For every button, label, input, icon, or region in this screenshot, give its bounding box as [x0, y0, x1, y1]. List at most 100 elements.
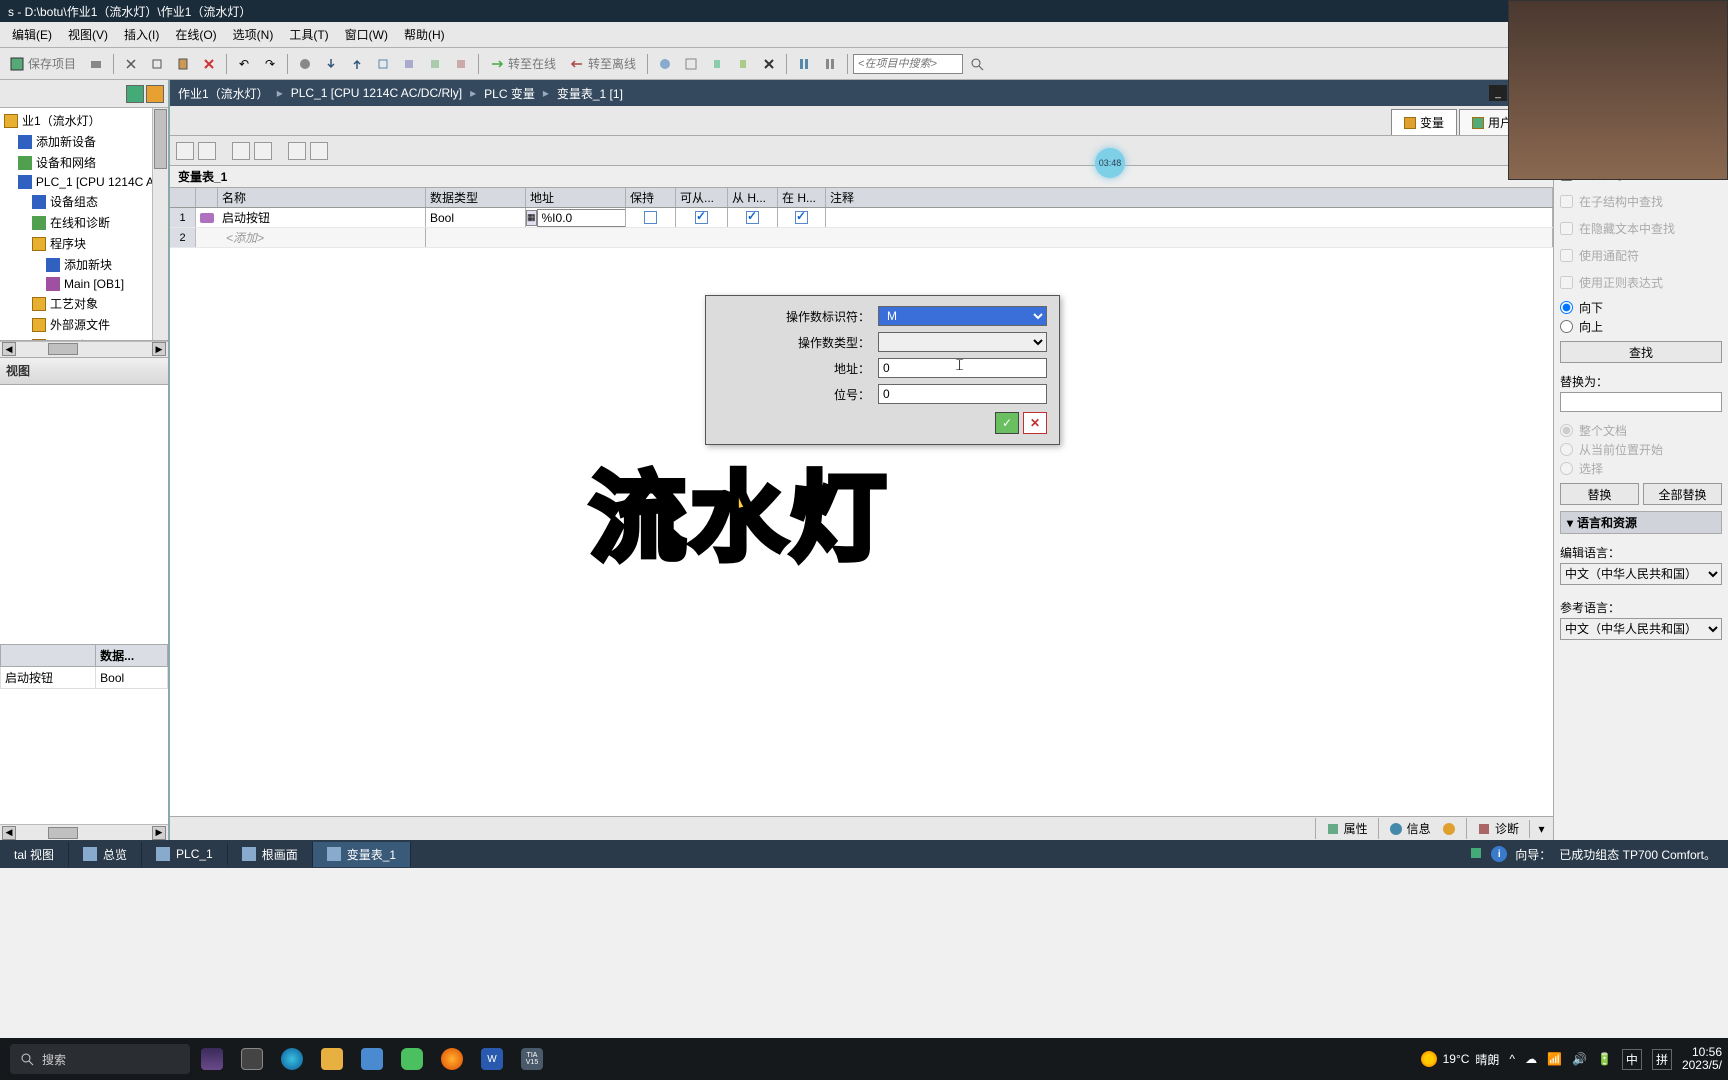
retain-checkbox[interactable] [644, 211, 657, 224]
breadcrumb-seg-1[interactable]: PLC_1 [CPU 1214C AC/DC/Rly] [291, 86, 462, 100]
col-dtype[interactable]: 数据类型 [426, 188, 526, 207]
go-online-button[interactable]: 转至在线 [484, 53, 562, 74]
taskbar-firefox-icon[interactable] [434, 1041, 470, 1077]
tab-tagtable[interactable]: 变量表_1 [313, 842, 411, 867]
dir-down-radio[interactable]: 向下 [1560, 299, 1722, 316]
detail-col-type[interactable]: 数据... [96, 645, 168, 667]
scope-cursor-radio[interactable]: 从当前位置开始 [1560, 441, 1722, 458]
taskbar-clock[interactable]: 10:56 2023/5/ [1682, 1046, 1722, 1072]
cell-dtype[interactable]: Bool [426, 208, 526, 227]
popup-cancel-button[interactable]: ✕ [1023, 412, 1047, 434]
tree-add-device[interactable]: 添加新设备 [0, 131, 168, 152]
tray-wifi-icon[interactable]: 📶 [1547, 1052, 1562, 1066]
detail-hscroll[interactable]: ◀▶ [0, 824, 168, 840]
menu-options[interactable]: 选项(N) [225, 24, 282, 45]
menu-online[interactable]: 在线(O) [167, 24, 224, 45]
tree-plc-tags[interactable]: PLC 变量 [0, 335, 168, 341]
cell-retain[interactable] [626, 208, 676, 227]
taskbar-explorer-icon[interactable] [314, 1041, 350, 1077]
taskbar-wechat-icon[interactable] [394, 1041, 430, 1077]
menu-help[interactable]: 帮助(H) [396, 24, 453, 45]
go-offline-button[interactable]: 转至离线 [564, 53, 642, 74]
addr-input[interactable] [537, 209, 626, 227]
simulate-button[interactable] [371, 52, 395, 76]
table-row-add[interactable]: 2 <添加> [170, 228, 1553, 248]
tree-project[interactable]: 业1（流水灯） [0, 110, 168, 131]
ref-lang-select[interactable]: 中文（中华人民共和国） [1560, 618, 1722, 640]
inspector-expand-button[interactable]: ▾ [1529, 820, 1553, 838]
addr-picker-icon[interactable]: ▦ [526, 210, 537, 226]
undo-button[interactable]: ↶ [232, 52, 256, 76]
opt-wildcard[interactable]: 使用通配符 [1560, 245, 1722, 266]
paste-button[interactable] [171, 52, 195, 76]
redo-button[interactable]: ↷ [258, 52, 282, 76]
copy-button[interactable] [145, 52, 169, 76]
tab-info[interactable]: 信息 [1378, 818, 1466, 839]
taskbar-word-icon[interactable]: W [474, 1041, 510, 1077]
taskbar-castle-icon[interactable] [194, 1041, 230, 1077]
operand-type-select[interactable] [878, 332, 1047, 352]
compile-button[interactable] [293, 52, 317, 76]
tab-variables[interactable]: 变量 [1391, 109, 1457, 135]
et-icon-6[interactable] [310, 142, 328, 160]
detail-cell-type[interactable]: Bool [96, 667, 168, 689]
tree-main-ob1[interactable]: Main [OB1] [0, 275, 168, 293]
ime-mode[interactable]: 拼 [1652, 1049, 1672, 1070]
nav-view2-icon[interactable] [146, 85, 164, 103]
substruct-checkbox[interactable] [1560, 195, 1573, 208]
cut-button[interactable] [119, 52, 143, 76]
breadcrumb-seg-3[interactable]: 变量表_1 [1] [557, 85, 623, 102]
taskbar-store-icon[interactable] [354, 1041, 390, 1077]
tree-external-source[interactable]: 外部源文件 [0, 314, 168, 335]
cell-addr[interactable]: ▦ ▼ [526, 208, 626, 227]
popup-ok-button[interactable]: ✓ [995, 412, 1019, 434]
edit-lang-select[interactable]: 中文（中华人民共和国） [1560, 563, 1722, 585]
t13-button[interactable] [818, 52, 842, 76]
tree-add-block[interactable]: 添加新块 [0, 254, 168, 275]
t12-button[interactable] [792, 52, 816, 76]
t10-button[interactable] [731, 52, 755, 76]
accfrom-checkbox[interactable] [695, 211, 708, 224]
tab-overview[interactable]: 总览 [69, 842, 142, 867]
col-name[interactable]: 名称 [218, 188, 426, 207]
tree-program-blocks[interactable]: 程序块 [0, 233, 168, 254]
detail-col-name[interactable] [1, 645, 96, 667]
replace-input[interactable] [1560, 392, 1722, 412]
cell-comment[interactable] [826, 208, 1553, 227]
opt-hidden[interactable]: 在隐藏文本中查找 [1560, 218, 1722, 239]
cell-fromh[interactable] [728, 208, 778, 227]
col-addr[interactable]: 地址 [526, 188, 626, 207]
replace-button[interactable]: 替换 [1560, 483, 1639, 505]
cell-inh[interactable] [778, 208, 826, 227]
et-icon-2[interactable] [198, 142, 216, 160]
upload-button[interactable] [345, 52, 369, 76]
tree-devices-networks[interactable]: 设备和网络 [0, 152, 168, 173]
tree-plc1[interactable]: PLC_1 [CPU 1214C A... [0, 173, 168, 191]
print-button[interactable] [84, 52, 108, 76]
addr-field[interactable] [878, 358, 1047, 378]
taskbar-tia-icon[interactable]: TIAV15 [514, 1041, 550, 1077]
tray-onedrive-icon[interactable]: ☁ [1525, 1052, 1537, 1066]
cell-accfrom[interactable] [676, 208, 728, 227]
tray-chevron-icon[interactable]: ^ [1509, 1052, 1515, 1066]
t9-button[interactable] [705, 52, 729, 76]
delete-button[interactable] [197, 52, 221, 76]
col-inh[interactable]: 在 H... [778, 188, 826, 207]
tab-properties[interactable]: 属性 [1315, 818, 1378, 839]
taskbar-edge-icon[interactable] [274, 1041, 310, 1077]
tree-tech-objects[interactable]: 工艺对象 [0, 293, 168, 314]
scope-sel-radio[interactable]: 选择 [1560, 460, 1722, 477]
t8-button[interactable] [679, 52, 703, 76]
save-project-button[interactable]: 保存项目 [4, 53, 82, 74]
tab-portal-view[interactable]: tal 视图 [0, 842, 69, 867]
tray-volume-icon[interactable]: 🔊 [1572, 1052, 1587, 1066]
nav-view-icon[interactable] [126, 85, 144, 103]
tree-scrollbar[interactable] [152, 108, 168, 340]
minimize-button[interactable]: _ [1489, 85, 1507, 101]
t4-button[interactable] [397, 52, 421, 76]
tree-device-config[interactable]: 设备组态 [0, 191, 168, 212]
tree-hscroll[interactable]: ◀▶ [0, 341, 168, 357]
breadcrumb-seg-0[interactable]: 作业1（流水灯） [178, 85, 269, 102]
regex-checkbox[interactable] [1560, 276, 1573, 289]
col-fromh[interactable]: 从 H... [728, 188, 778, 207]
